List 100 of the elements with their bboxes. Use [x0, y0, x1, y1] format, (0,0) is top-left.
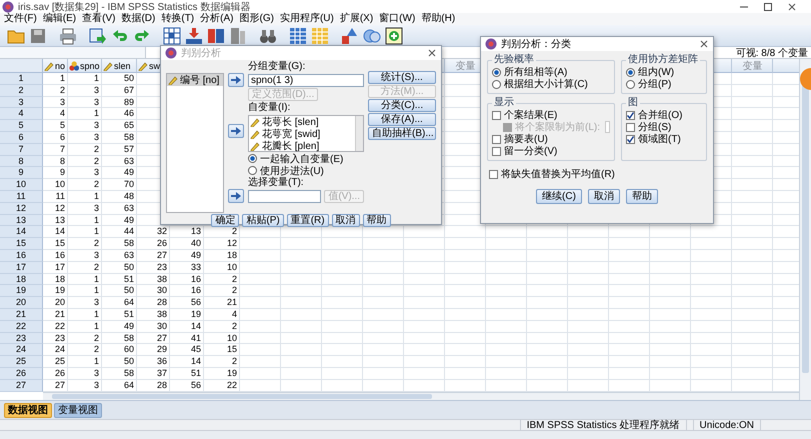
menu-item[interactable]: 帮助(H)	[418, 13, 458, 25]
row-number[interactable]: 13	[0, 214, 43, 226]
view-tab[interactable]: 变量视图	[54, 402, 102, 418]
row-number[interactable]: 21	[0, 308, 43, 321]
radio-button[interactable]	[626, 80, 635, 88]
close-icon[interactable]	[427, 48, 437, 58]
checkbox[interactable]	[492, 110, 501, 120]
row-number[interactable]: 19	[0, 285, 43, 298]
option-label[interactable]: 所有组相等(A)	[504, 65, 568, 79]
row-number[interactable]: 9	[0, 167, 43, 180]
move-arrow-button[interactable]	[228, 73, 244, 87]
independents-list[interactable]: 花萼长 [slen] 花萼宽 [swid] 花瓣长 [plen]	[248, 115, 364, 152]
row-number[interactable]: 22	[0, 320, 43, 333]
menu-item[interactable]: 窗口(W)	[376, 13, 418, 25]
list-item[interactable]: 编号 [no]	[167, 74, 223, 86]
menu-item[interactable]: 扩展(X)	[336, 13, 376, 25]
horizontal-scrollbar[interactable]	[43, 392, 800, 400]
grid-icon[interactable]	[289, 26, 307, 44]
printer-icon[interactable]	[59, 26, 77, 44]
menu-item[interactable]: 分析(A)	[197, 13, 236, 25]
button[interactable]: 分类(C)...	[368, 99, 436, 112]
menu-item[interactable]: 转换(T)	[158, 13, 198, 25]
row-number[interactable]: 24	[0, 344, 43, 356]
row-number[interactable]: 6	[0, 132, 43, 144]
close-icon[interactable]	[699, 39, 709, 49]
button[interactable]: 取消	[588, 189, 620, 204]
button[interactable]: 帮助	[362, 214, 391, 227]
cell-name-field[interactable]	[0, 47, 146, 58]
row-number[interactable]: 17	[0, 262, 43, 274]
option-label[interactable]: 根据组大小计算(C)	[504, 77, 588, 91]
option-label[interactable]: 分组(S)	[638, 120, 672, 134]
row-number[interactable]: 5	[0, 120, 43, 132]
option-label[interactable]: 一起输入自变量(E)	[260, 152, 344, 166]
list-item[interactable]: 花萼宽 [swid]	[249, 128, 355, 140]
insert-arrow-icon[interactable]	[185, 26, 203, 44]
move-arrow-button[interactable]	[228, 124, 244, 138]
variable-list[interactable]: 编号 [no]	[166, 73, 224, 213]
row-number[interactable]: 14	[0, 226, 43, 238]
vertical-scrollbar[interactable]	[799, 59, 811, 400]
menu-item[interactable]: 查看(V)	[79, 13, 118, 25]
checkbox[interactable]	[626, 134, 635, 144]
row-number[interactable]: 16	[0, 250, 43, 262]
grouping-variable-field[interactable]: spno(1 3)	[248, 74, 364, 87]
option-label[interactable]: 将缺失值替换为平均值(R)	[501, 167, 615, 181]
button[interactable]: 统计(S)...	[368, 71, 436, 84]
button[interactable]: 自助抽样(B)...	[368, 127, 436, 140]
radio-button[interactable]	[626, 68, 635, 76]
option-label[interactable]: 分组(P)	[638, 77, 672, 91]
menu-item[interactable]: 实用程序(U)	[276, 13, 337, 25]
corner-cell[interactable]	[0, 59, 43, 73]
row-number[interactable]: 20	[0, 297, 43, 309]
column-header[interactable]: no	[43, 59, 68, 73]
table-arrow-icon[interactable]	[89, 26, 107, 44]
button[interactable]: 取消	[332, 214, 360, 227]
button[interactable]: 确定	[211, 214, 240, 227]
menu-item[interactable]: 编辑(E)	[40, 13, 80, 25]
option-label[interactable]: 领域图(T)	[638, 132, 681, 146]
checkbox[interactable]	[492, 134, 501, 144]
row-number[interactable]: 12	[0, 202, 43, 215]
list-item[interactable]: 花瓣长 [plen]	[249, 140, 355, 152]
radio-button[interactable]	[248, 166, 257, 175]
option-label[interactable]: 合并组(O)	[638, 108, 682, 122]
button[interactable]: 粘贴(P)	[242, 214, 284, 227]
row-number[interactable]: 15	[0, 238, 43, 250]
menu-item[interactable]: 文件(F)	[1, 13, 40, 25]
row-number[interactable]: 25	[0, 356, 43, 368]
selection-variable-field[interactable]	[248, 190, 322, 203]
row-number[interactable]: 26	[0, 368, 43, 380]
checkbox[interactable]	[489, 170, 498, 178]
row-number[interactable]: 27	[0, 380, 43, 392]
grid-target-icon[interactable]	[163, 26, 181, 44]
menu-item[interactable]: 图形(G)	[236, 13, 277, 25]
row-number[interactable]: 3	[0, 96, 43, 108]
row-number[interactable]: 11	[0, 190, 43, 203]
checkbox[interactable]	[626, 122, 635, 132]
row-number[interactable]: 4	[0, 108, 43, 120]
row-number[interactable]: 8	[0, 156, 43, 168]
button[interactable]: 重置(R)	[286, 214, 329, 227]
option-label[interactable]: 留一分类(V)	[504, 144, 558, 158]
view-tab[interactable]: 数据视图	[4, 402, 52, 418]
checkbox[interactable]	[626, 110, 635, 120]
list-item[interactable]: 花萼长 [slen]	[249, 116, 355, 128]
shapes-icon[interactable]	[341, 26, 359, 44]
columns-icon[interactable]	[207, 26, 225, 44]
add-icon[interactable]	[385, 26, 403, 44]
document-icon[interactable]	[229, 26, 247, 44]
button[interactable]: 保存(A)...	[368, 113, 436, 126]
radio-button[interactable]	[248, 154, 257, 163]
row-number[interactable]: 10	[0, 179, 43, 191]
row-number[interactable]: 23	[0, 332, 43, 344]
column-header[interactable]: spno	[68, 59, 102, 73]
column-header[interactable]: slen	[102, 59, 137, 73]
option-label[interactable]: 个案结果(E)	[504, 108, 558, 122]
case-limit-field[interactable]	[605, 121, 610, 133]
circles-icon[interactable]	[363, 26, 381, 44]
maximize-icon[interactable]	[763, 2, 773, 12]
option-label[interactable]: 使用步进法(U)	[260, 164, 324, 178]
checkbox[interactable]	[492, 146, 501, 156]
button[interactable]: 继续(C)	[536, 189, 582, 204]
menu-item[interactable]: 数据(D)	[118, 13, 158, 25]
